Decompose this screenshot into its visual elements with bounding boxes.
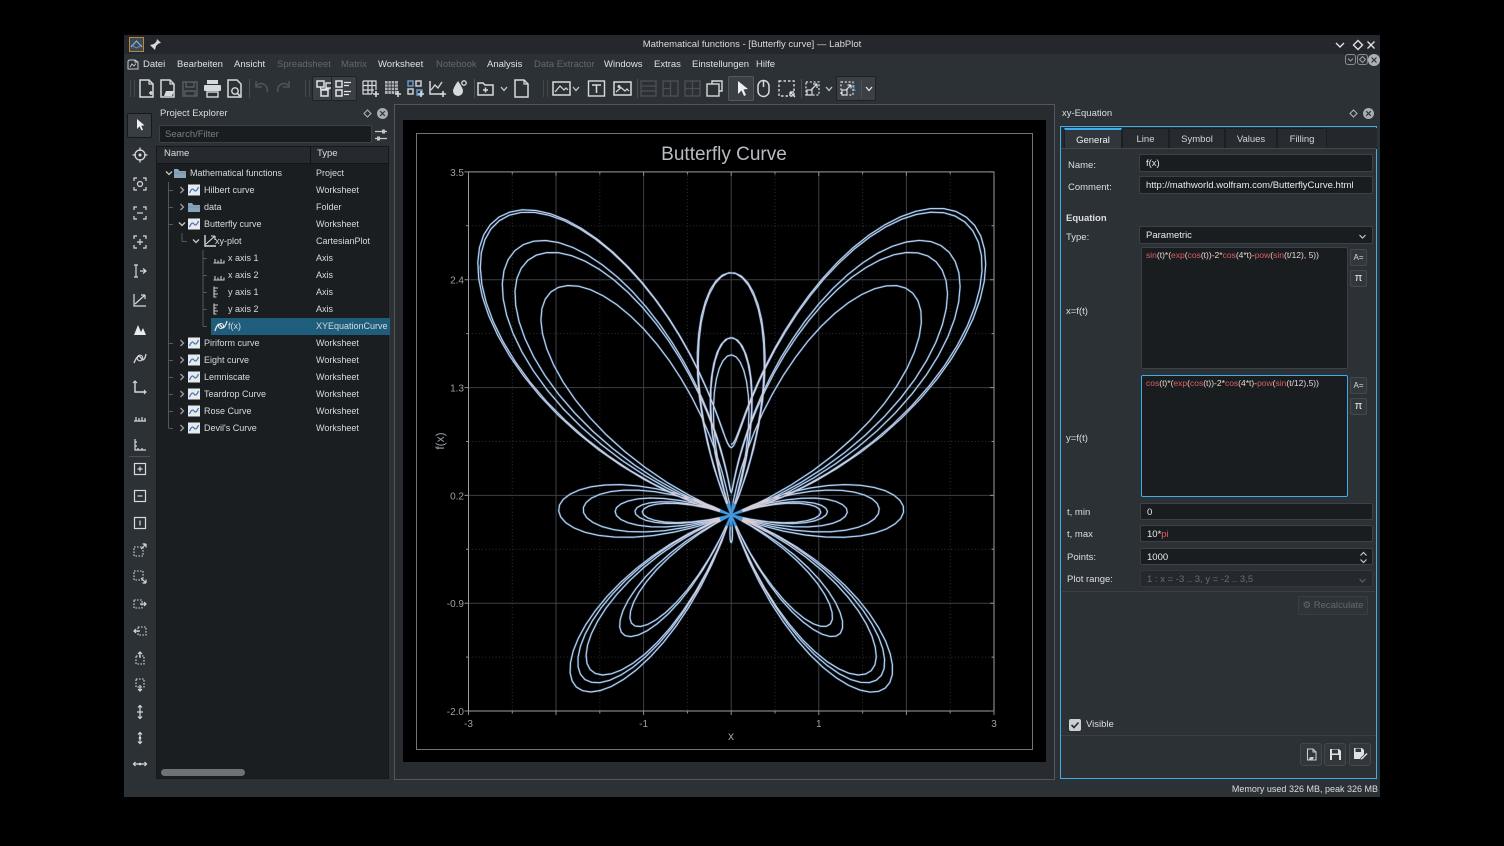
svg-text:1: 1 [852, 83, 857, 93]
svg-text:3.5: 3.5 [450, 168, 464, 179]
svg-text:-0.9: -0.9 [447, 599, 465, 610]
svg-text:-2.0: -2.0 [447, 707, 465, 718]
svg-text:0.2: 0.2 [450, 491, 464, 502]
svg-text:3: 3 [991, 719, 997, 730]
svg-text:1.3: 1.3 [450, 384, 464, 395]
svg-text:x: x [728, 729, 734, 743]
svg-text:1: 1 [816, 719, 822, 730]
svg-text:-3: -3 [464, 719, 473, 730]
svg-text:2.4: 2.4 [450, 276, 464, 287]
svg-text:-1: -1 [639, 719, 648, 730]
svg-text:Butterfly Curve: Butterfly Curve [661, 144, 787, 165]
svg-text:f(x): f(x) [433, 432, 447, 449]
